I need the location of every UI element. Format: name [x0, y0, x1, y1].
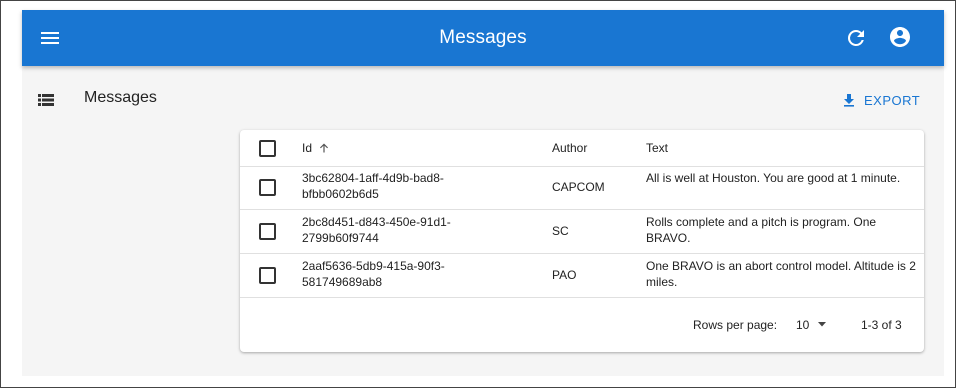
app-title: Messages [439, 27, 527, 48]
cell-id: 2aaf5636-5db9-415a-90f3-581749689ab8 [302, 259, 445, 289]
cell-author: CAPCOM [552, 180, 605, 194]
rows-per-page-value: 10 [796, 318, 810, 332]
cell-text: All is well at Houston. You are good at … [646, 171, 901, 185]
row-checkbox[interactable] [259, 179, 276, 196]
caret-down-icon [818, 322, 827, 327]
messages-table: Id Author Text 3bc62804-1aff-4d9b-bad8-b… [240, 130, 924, 352]
rows-per-page-select[interactable]: 10 [796, 315, 827, 335]
app-page: Messages Messages EXPORT Id Author Text … [22, 10, 944, 376]
row-checkbox[interactable] [259, 267, 276, 284]
column-header-author[interactable]: Author [552, 140, 632, 156]
list-icon [38, 94, 54, 106]
export-label: EXPORT [864, 93, 921, 108]
account-button[interactable] [888, 25, 912, 49]
cell-author: SC [552, 224, 569, 238]
table-row[interactable]: 2aaf5636-5db9-415a-90f3-581749689ab8 PAO… [240, 254, 924, 298]
table-pagination: Rows per page: 10 1-3 of 3 [240, 298, 924, 352]
frame-top [0, 0, 956, 1]
app-bar: Messages [22, 10, 944, 66]
list-heading-label: Messages [84, 89, 157, 106]
column-header-id-label: Id [302, 141, 313, 155]
export-button[interactable]: EXPORT [842, 90, 920, 112]
column-header-id[interactable]: Id [302, 140, 502, 156]
cell-id: 3bc62804-1aff-4d9b-bad8-bfbb0602b6d5 [302, 171, 444, 201]
refresh-icon [848, 30, 864, 46]
table-row[interactable]: 2bc8d451-d843-450e-91d1-2799b60f9744 SC … [240, 210, 924, 254]
table-row[interactable]: 3bc62804-1aff-4d9b-bad8-bfbb0602b6d5 CAP… [240, 166, 924, 210]
cell-id: 2bc8d451-d843-450e-91d1-2799b60f9744 [302, 215, 451, 245]
pagination-range: 1-3 of 3 [861, 318, 902, 332]
frame-left [0, 0, 1, 388]
cell-author: PAO [552, 268, 577, 282]
row-checkbox[interactable] [259, 223, 276, 240]
select-all-checkbox[interactable] [259, 140, 276, 157]
account-circle-icon [890, 27, 910, 47]
table-header-row: Id Author Text [240, 130, 924, 167]
rows-per-page-label: Rows per page: [693, 318, 778, 332]
download-icon [844, 94, 854, 107]
refresh-button[interactable] [844, 26, 868, 50]
arrow-up-icon [320, 143, 329, 153]
cell-text: One BRAVO is an abort control model. Alt… [646, 259, 916, 289]
column-header-text[interactable]: Text [646, 140, 916, 156]
cell-text: Rolls complete and a pitch is program. O… [646, 215, 877, 245]
